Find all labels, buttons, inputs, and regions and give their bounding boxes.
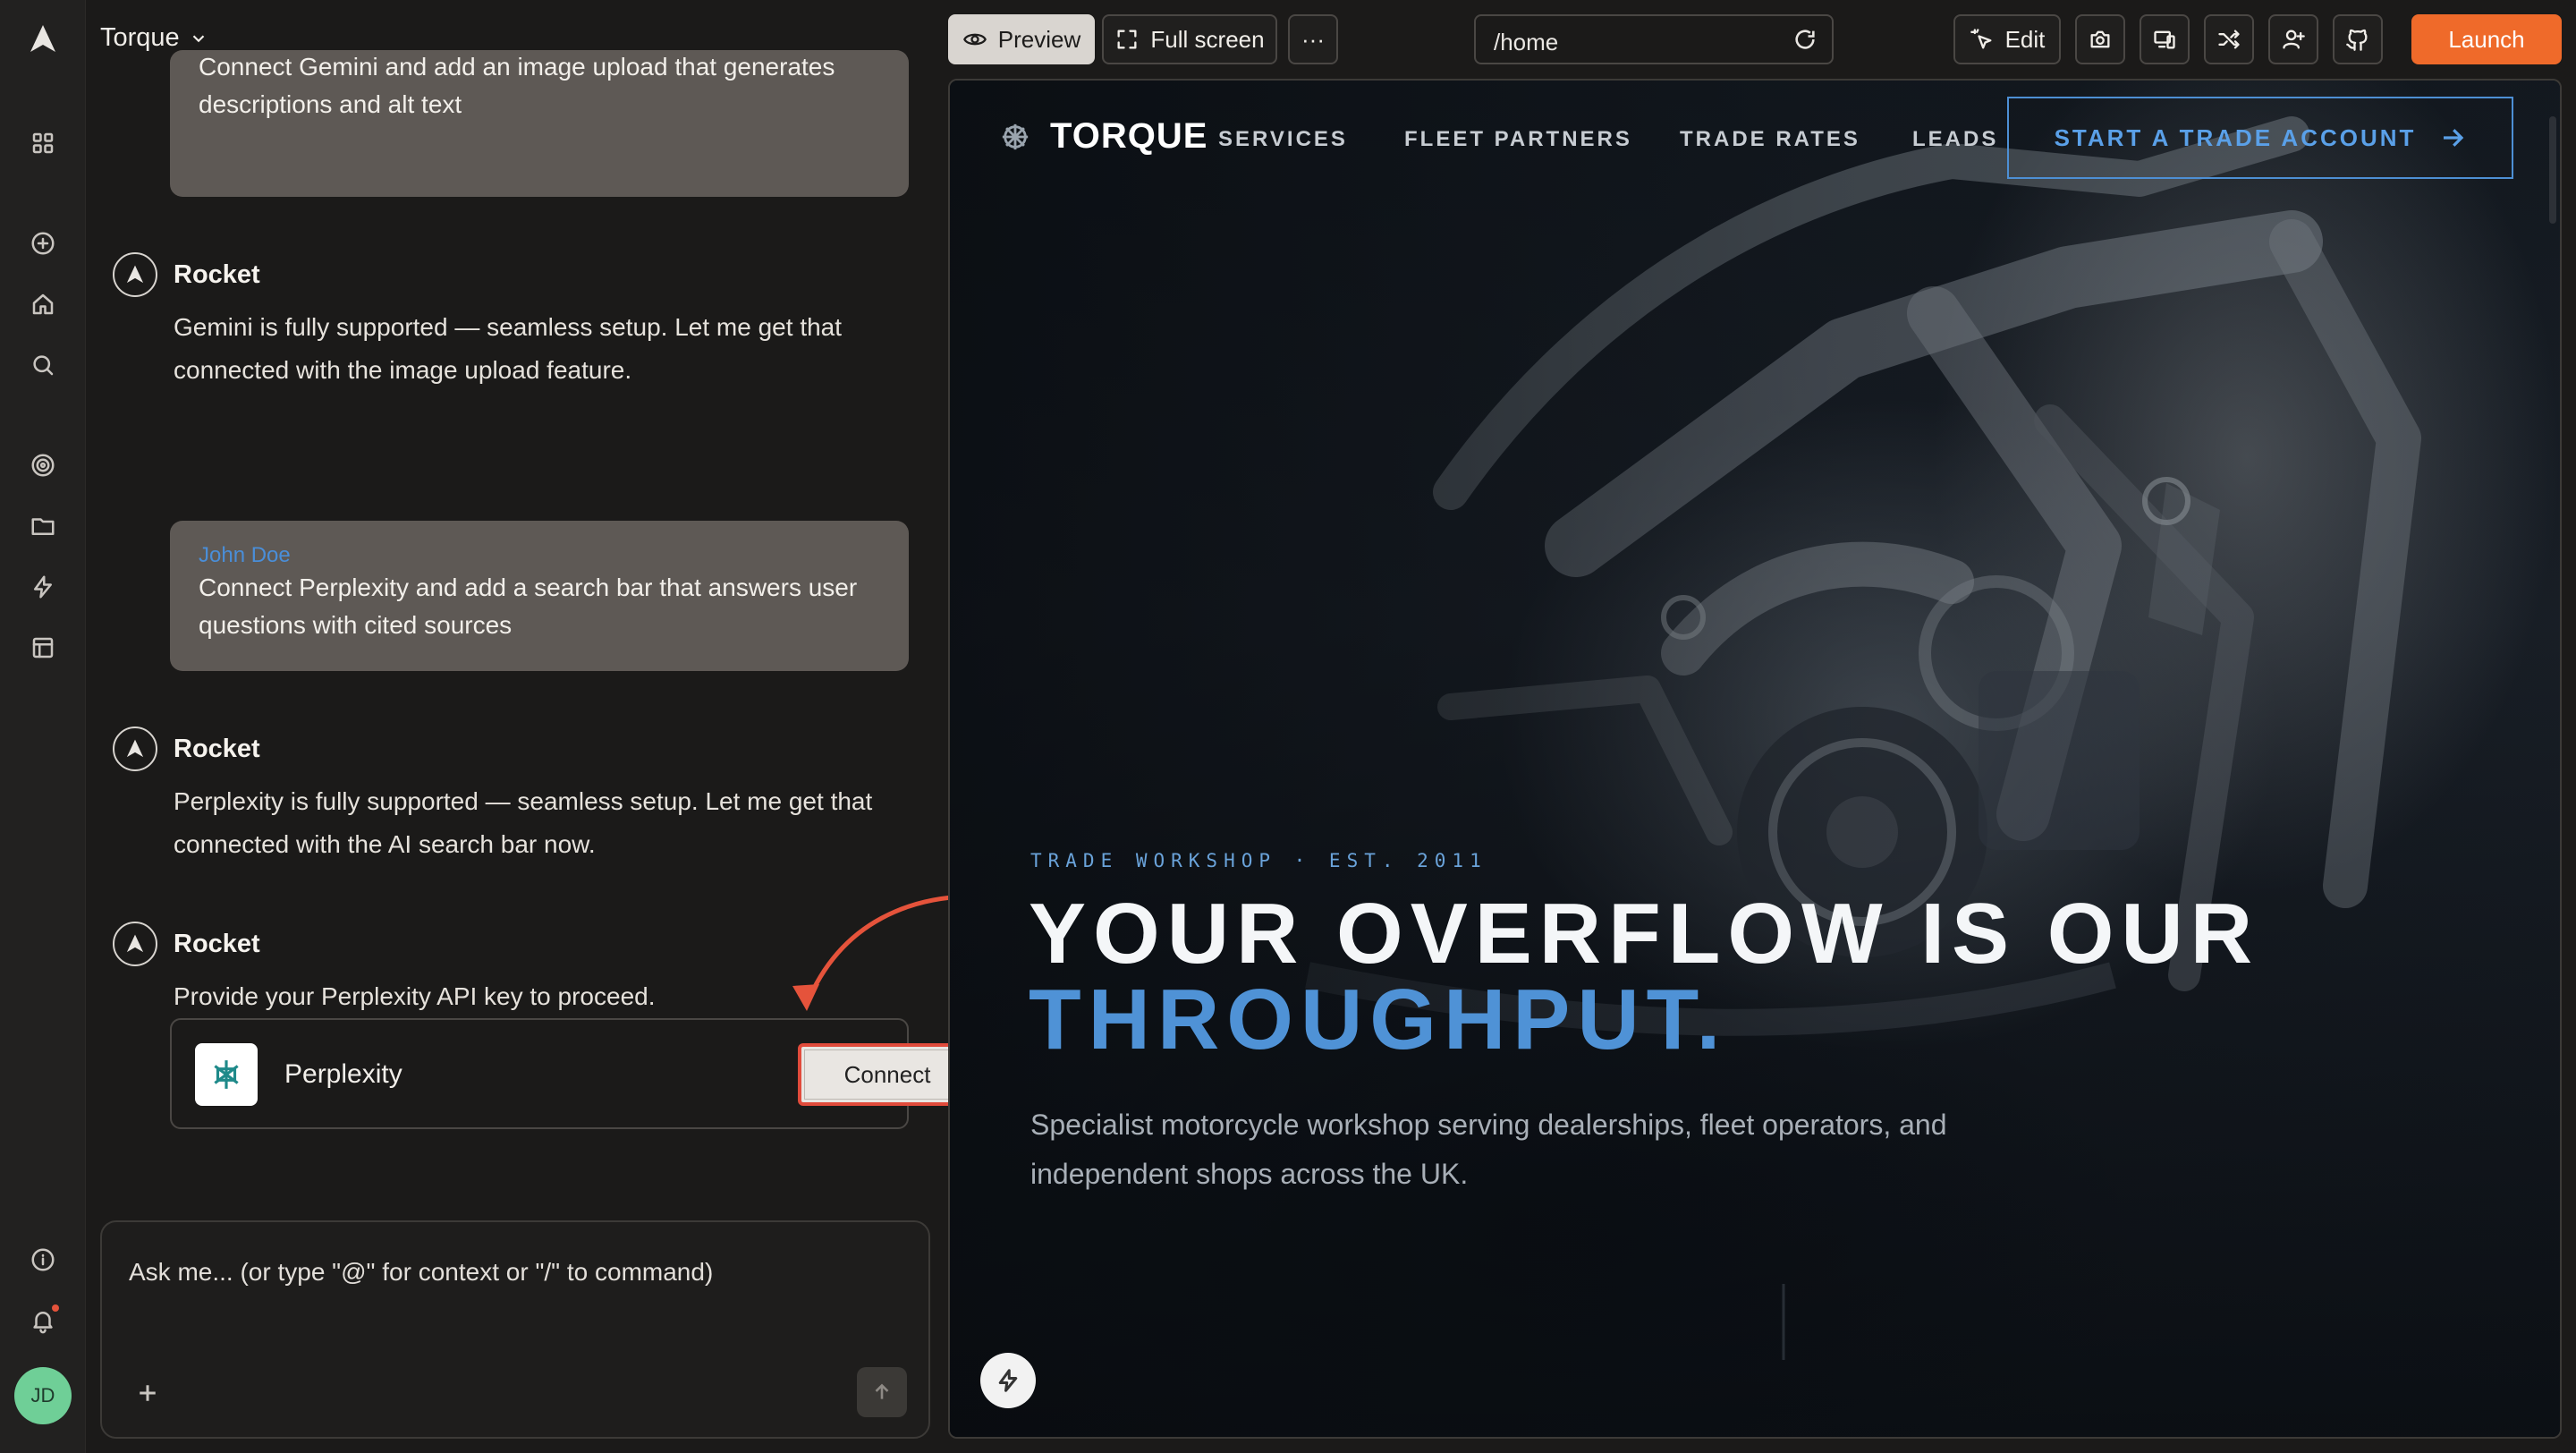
left-rail: JD [0, 0, 86, 1453]
rocket-avatar-icon [113, 726, 157, 771]
message-text: Gemini is fully supported — seamless set… [174, 313, 843, 384]
camera-icon [2090, 30, 2110, 48]
cursor-click-icon [1970, 29, 1992, 49]
message-author: Rocket [174, 734, 260, 763]
screenshot-button[interactable] [2075, 14, 2125, 64]
project-name: Torque [100, 23, 180, 52]
notification-dot [52, 1304, 59, 1312]
rocket-logo-icon[interactable] [25, 21, 61, 57]
more-options-icon: ··· [1301, 25, 1325, 53]
github-button[interactable] [2333, 14, 2383, 64]
message-author: Rocket [174, 259, 260, 289]
bolt-icon[interactable] [25, 569, 61, 605]
hero-overlay [950, 81, 2560, 1437]
site-preview-frame[interactable]: TORQUE SERVICES FLEET PARTNERS TRADE RAT… [948, 79, 2562, 1439]
devices-icon [2154, 30, 2175, 49]
rocket-avatar-icon [113, 922, 157, 966]
quick-action-button[interactable] [980, 1353, 1036, 1408]
message-text: Provide your Perplexity API key to proce… [174, 982, 656, 1010]
plus-icon [140, 1385, 156, 1401]
grid-icon[interactable] [25, 125, 61, 161]
user-message-text: Connect Perplexity and add a search bar … [199, 574, 858, 639]
url-input[interactable]: /home [1494, 29, 1558, 56]
integration-connect-card: Perplexity Connect [170, 1018, 977, 1129]
attach-plus-button[interactable] [134, 1380, 170, 1415]
message-text: Perplexity is fully supported — seamless… [174, 787, 873, 858]
site-logo-text: TORQUE [1050, 116, 1208, 156]
chat-panel: Torque Connect Gemini and add an image u… [86, 0, 977, 1453]
launch-button[interactable]: Launch [2411, 14, 2562, 64]
shuffle-icon [2218, 30, 2240, 49]
site-logo-icon [1002, 123, 1029, 149]
bolt-icon [998, 1369, 1018, 1392]
folder-icon[interactable] [25, 508, 61, 544]
eye-icon [962, 33, 987, 46]
user-message-bubble: John Doe Connect Perplexity and add a se… [170, 521, 909, 671]
target-icon[interactable] [25, 447, 61, 483]
preview-scrollbar[interactable] [2549, 116, 2556, 224]
home-icon[interactable] [25, 286, 61, 322]
cta-label: START A TRADE ACCOUNT [2054, 123, 2417, 151]
project-switcher[interactable]: Torque [100, 23, 208, 53]
rocket-avatar-icon [113, 252, 157, 297]
notifications-bell-icon[interactable] [25, 1303, 61, 1338]
edit-button[interactable]: Edit [1953, 14, 2061, 64]
user-plus-icon [2283, 30, 2305, 49]
new-chat-icon[interactable] [25, 225, 61, 261]
responsive-view-button[interactable] [2140, 14, 2190, 64]
hero-eyebrow: TRADE WORKSHOP · EST. 2011 [1030, 850, 1487, 871]
assistant-message: Rocket Perplexity is fully supported — s… [113, 726, 918, 866]
search-icon[interactable] [25, 347, 61, 383]
fullscreen-label: Full screen [1150, 25, 1265, 53]
refresh-icon[interactable] [1792, 27, 1819, 54]
perplexity-logo-icon [195, 1043, 258, 1106]
nav-link-trade-rates[interactable]: TRADE RATES [1680, 127, 1860, 152]
hero-subtext: Specialist motorcycle workshop serving d… [1030, 1109, 1947, 1190]
info-icon[interactable] [25, 1242, 61, 1278]
nav-link-leads[interactable]: LEADS [1912, 127, 1998, 152]
github-icon [2346, 29, 2368, 51]
assistant-message: Rocket Provide your Perplexity API key t… [113, 922, 918, 1018]
preview-button[interactable]: Preview [948, 14, 1095, 64]
invite-user-button[interactable] [2268, 14, 2318, 64]
integration-name: Perplexity [284, 1059, 402, 1089]
chevron-down-icon [192, 34, 204, 42]
arrow-up-icon [875, 1383, 889, 1399]
assistant-message: Rocket Gemini is fully supported — seaml… [113, 252, 918, 392]
user-message-text: Connect Gemini and add an image upload t… [199, 53, 835, 118]
url-bar[interactable]: /home [1474, 14, 1834, 64]
send-button[interactable] [857, 1367, 907, 1417]
chat-input-box[interactable]: Ask me... (or type "@" for context or "/… [100, 1220, 930, 1439]
hero-headline-line2: THROUGHPUT. [1029, 972, 1728, 1067]
message-author: John Doe [199, 543, 291, 567]
nav-link-fleet-partners[interactable]: FLEET PARTNERS [1404, 127, 1632, 152]
fullscreen-button[interactable]: Full screen [1102, 14, 1277, 64]
chat-input-placeholder[interactable]: Ask me... (or type "@" for context or "/… [129, 1258, 713, 1287]
layout-icon[interactable] [25, 630, 61, 666]
edit-label: Edit [2004, 25, 2046, 53]
site-logo[interactable]: TORQUE [1000, 116, 1208, 157]
message-author: Rocket [174, 929, 260, 958]
preview-label: Preview [997, 25, 1081, 53]
start-trade-account-button[interactable]: START A TRADE ACCOUNT [2007, 97, 2513, 179]
hero-headline-line1: YOUR OVERFLOW IS OUR [1029, 886, 2260, 981]
arrow-right-icon [2444, 129, 2464, 147]
more-options-button[interactable]: ··· [1288, 14, 1338, 64]
user-avatar[interactable]: JD [14, 1367, 72, 1424]
nav-link-services[interactable]: SERVICES [1218, 127, 1348, 152]
user-message-bubble: Connect Gemini and add an image upload t… [170, 50, 909, 197]
expand-icon [1117, 30, 1137, 49]
shuffle-button[interactable] [2204, 14, 2254, 64]
